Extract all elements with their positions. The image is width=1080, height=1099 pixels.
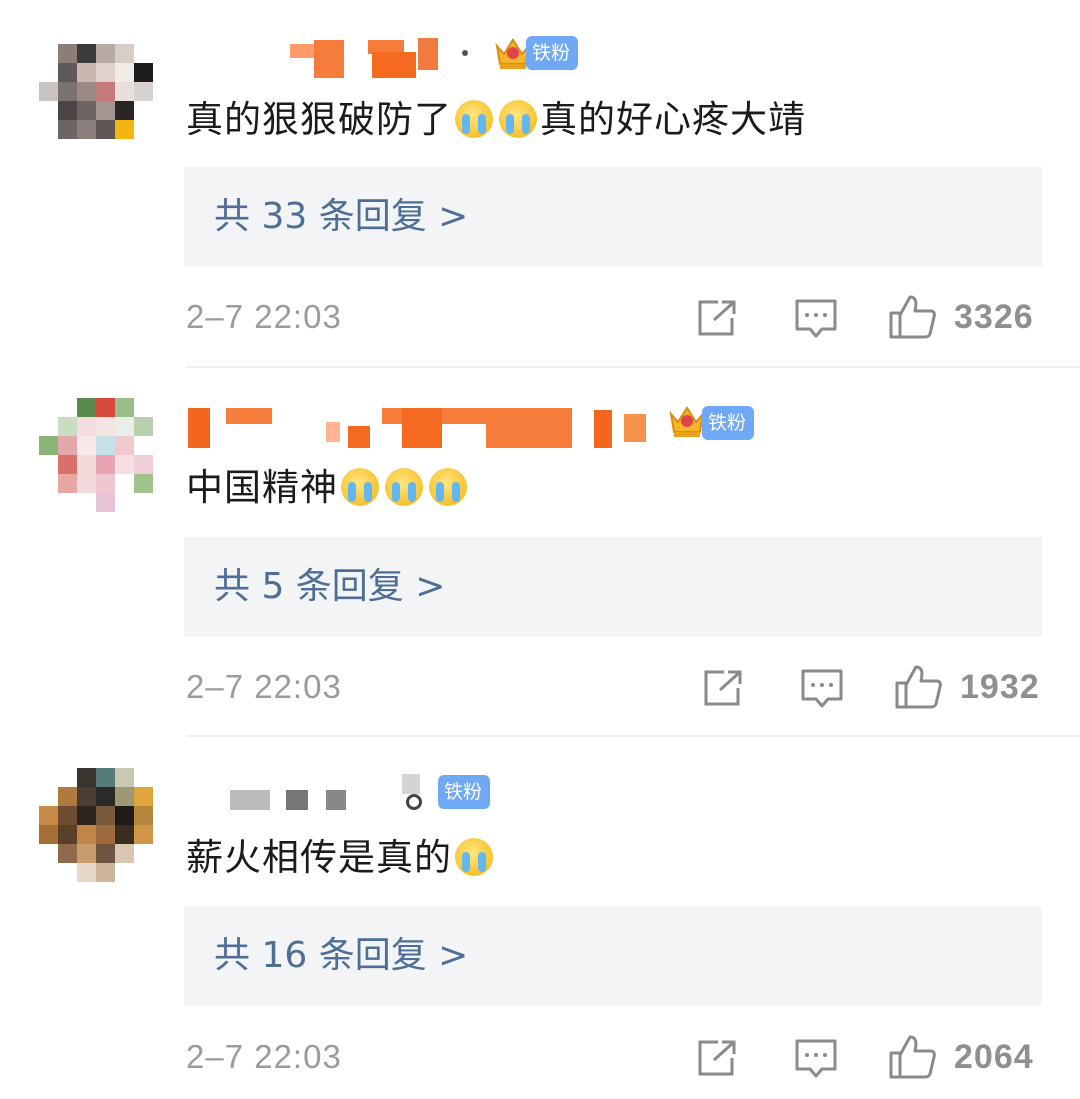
comment-text: 真的狠狠破防了 真的好心疼大靖 — [186, 98, 806, 141]
timestamp: 2–7 22:03 — [186, 1038, 342, 1075]
username-redacted[interactable] — [186, 32, 496, 78]
fan-badge: 铁粉 — [526, 36, 579, 70]
comment-text: 中国精神 — [186, 464, 470, 512]
timestamp: 2–7 22:03 — [186, 298, 342, 335]
crying-emoji-icon — [385, 468, 423, 506]
reply-count-link[interactable]: 共 33 条回复 > — [214, 191, 468, 243]
timestamp: 2–7 22:03 — [186, 668, 342, 705]
avatar[interactable] — [38, 394, 154, 512]
divider — [186, 366, 1080, 368]
share-icon[interactable] — [702, 668, 744, 708]
crying-emoji-icon — [499, 100, 537, 138]
avatar[interactable] — [38, 764, 154, 882]
comment-icon[interactable] — [794, 1038, 838, 1080]
username-redacted[interactable] — [186, 404, 666, 448]
reply-thread-button[interactable]: 共 16 条回复 > — [184, 906, 1042, 1006]
comment-text: 薪火相传是真的 — [186, 834, 496, 882]
username-redacted[interactable] — [186, 774, 426, 818]
share-icon[interactable] — [696, 298, 738, 338]
share-icon[interactable] — [696, 1038, 738, 1078]
crying-emoji-icon — [455, 838, 493, 876]
crying-emoji-icon — [429, 468, 467, 506]
like-count: 2064 — [954, 1038, 1034, 1076]
thumbs-up-icon[interactable] — [888, 1034, 936, 1080]
like-count: 3326 — [954, 298, 1034, 336]
reply-thread-button[interactable]: 共 33 条回复 > — [184, 167, 1042, 267]
divider — [186, 735, 1080, 737]
crying-emoji-icon — [341, 468, 379, 506]
thumbs-up-icon[interactable] — [894, 664, 942, 710]
reply-count-link[interactable]: 共 16 条回复 > — [214, 930, 468, 982]
comment-icon[interactable] — [794, 298, 838, 340]
comment-icon[interactable] — [800, 668, 844, 710]
crown-icon — [669, 406, 705, 437]
thumbs-up-icon[interactable] — [888, 294, 936, 340]
avatar[interactable] — [38, 26, 154, 142]
like-count: 1932 — [960, 668, 1040, 706]
fan-badge: 铁粉 — [438, 775, 491, 809]
fan-badge: 铁粉 — [702, 406, 755, 440]
reply-count-link[interactable]: 共 5 条回复 > — [214, 561, 445, 613]
crying-emoji-icon — [455, 100, 493, 138]
reply-thread-button[interactable]: 共 5 条回复 > — [184, 537, 1042, 637]
